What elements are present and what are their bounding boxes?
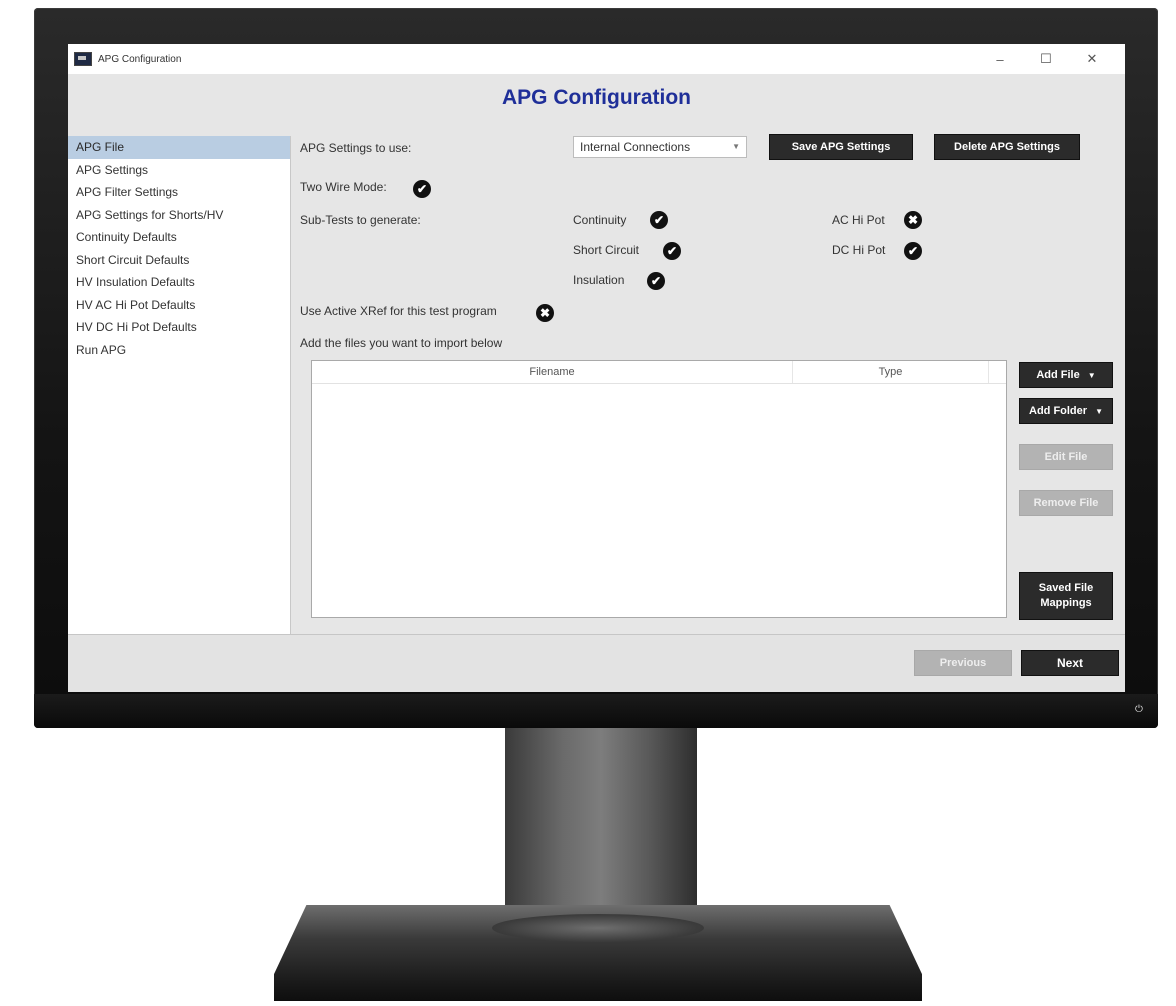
sidebar-item-hv-ac-hi-pot-defaults[interactable]: HV AC Hi Pot Defaults [68,294,290,317]
import-label: Add the files you want to import below [300,336,503,350]
window-titlebar: APG Configuration – ☐ ✕ [68,44,1125,74]
monitor-stand-neck [505,728,697,930]
save-apg-settings-button[interactable]: Save APG Settings [769,134,913,160]
xref-label: Use Active XRef for this test program [300,304,497,318]
file-table[interactable]: Filename Type [311,360,1007,618]
insulation-label: Insulation [573,273,625,287]
sidebar-item-apg-settings[interactable]: APG Settings [68,159,290,182]
page-title: APG Configuration [502,86,691,109]
apg-settings-label: APG Settings to use: [300,141,412,155]
previous-button[interactable]: Previous [914,650,1012,676]
apg-settings-select[interactable]: Internal Connections ▼ [573,136,747,158]
power-icon: ⏻ [1135,704,1143,715]
sidebar-item-short-circuit-defaults[interactable]: Short Circuit Defaults [68,249,290,272]
add-file-button[interactable]: Add File ▼ [1019,362,1113,388]
edit-file-button[interactable]: Edit File [1019,444,1113,470]
column-header-type[interactable]: Type [793,361,989,383]
ac-hi-pot-label: AC Hi Pot [832,213,885,227]
column-header-filename[interactable]: Filename [312,361,793,383]
chevron-down-icon: ▼ [732,142,740,151]
table-header: Filename Type [312,361,1006,384]
sidebar: APG File APG Settings APG Filter Setting… [68,136,291,634]
maximize-button[interactable]: ☐ [1023,44,1069,74]
insulation-check-icon[interactable]: ✔ [647,272,665,290]
add-file-label: Add File [1036,369,1080,381]
continuity-check-icon[interactable]: ✔ [650,211,668,229]
xref-x-icon[interactable]: ✖ [536,304,554,322]
sidebar-item-apg-settings-shorts-hv[interactable]: APG Settings for Shorts/HV [68,204,290,227]
screen: APG Configuration – ☐ ✕ APG Configuratio… [68,44,1125,692]
two-wire-mode-label: Two Wire Mode: [300,180,387,194]
saved-mappings-line1: Saved File [1038,582,1094,595]
chevron-down-icon: ▼ [1095,406,1103,416]
chevron-down-icon: ▼ [1087,370,1096,380]
monitor-stand-ring [492,914,704,942]
remove-file-button[interactable]: Remove File [1019,490,1113,516]
ac-hi-pot-x-icon[interactable]: ✖ [904,211,922,229]
app-icon [74,52,92,66]
short-circuit-label: Short Circuit [573,243,640,257]
subtests-label: Sub-Tests to generate: [300,213,421,227]
add-folder-label: Add Folder [1029,405,1088,417]
sidebar-item-apg-file[interactable]: APG File [68,136,290,159]
continuity-label: Continuity [573,213,627,227]
sidebar-item-continuity-defaults[interactable]: Continuity Defaults [68,226,290,249]
sidebar-item-hv-insulation-defaults[interactable]: HV Insulation Defaults [68,271,290,294]
add-folder-button[interactable]: Add Folder ▼ [1019,398,1113,424]
window-controls: – ☐ ✕ [977,44,1115,74]
next-button[interactable]: Next [1021,650,1119,676]
saved-mappings-line2: Mappings [1040,597,1092,609]
sidebar-item-run-apg[interactable]: Run APG [68,339,290,362]
dc-hi-pot-check-icon[interactable]: ✔ [904,242,922,260]
sidebar-item-hv-dc-hi-pot-defaults[interactable]: HV DC Hi Pot Defaults [68,316,290,339]
monitor-chin [34,694,1158,728]
window-title: APG Configuration [98,53,182,65]
delete-apg-settings-button[interactable]: Delete APG Settings [934,134,1080,160]
sidebar-item-apg-filter-settings[interactable]: APG Filter Settings [68,181,290,204]
dc-hi-pot-label: DC Hi Pot [832,243,886,257]
short-circuit-check-icon[interactable]: ✔ [663,242,681,260]
minimize-button[interactable]: – [977,44,1023,74]
close-button[interactable]: ✕ [1069,44,1115,74]
saved-file-mappings-button[interactable]: Saved File Mappings [1019,572,1113,620]
two-wire-mode-check-icon[interactable]: ✔ [413,180,431,198]
apg-settings-select-value: Internal Connections [580,140,691,154]
